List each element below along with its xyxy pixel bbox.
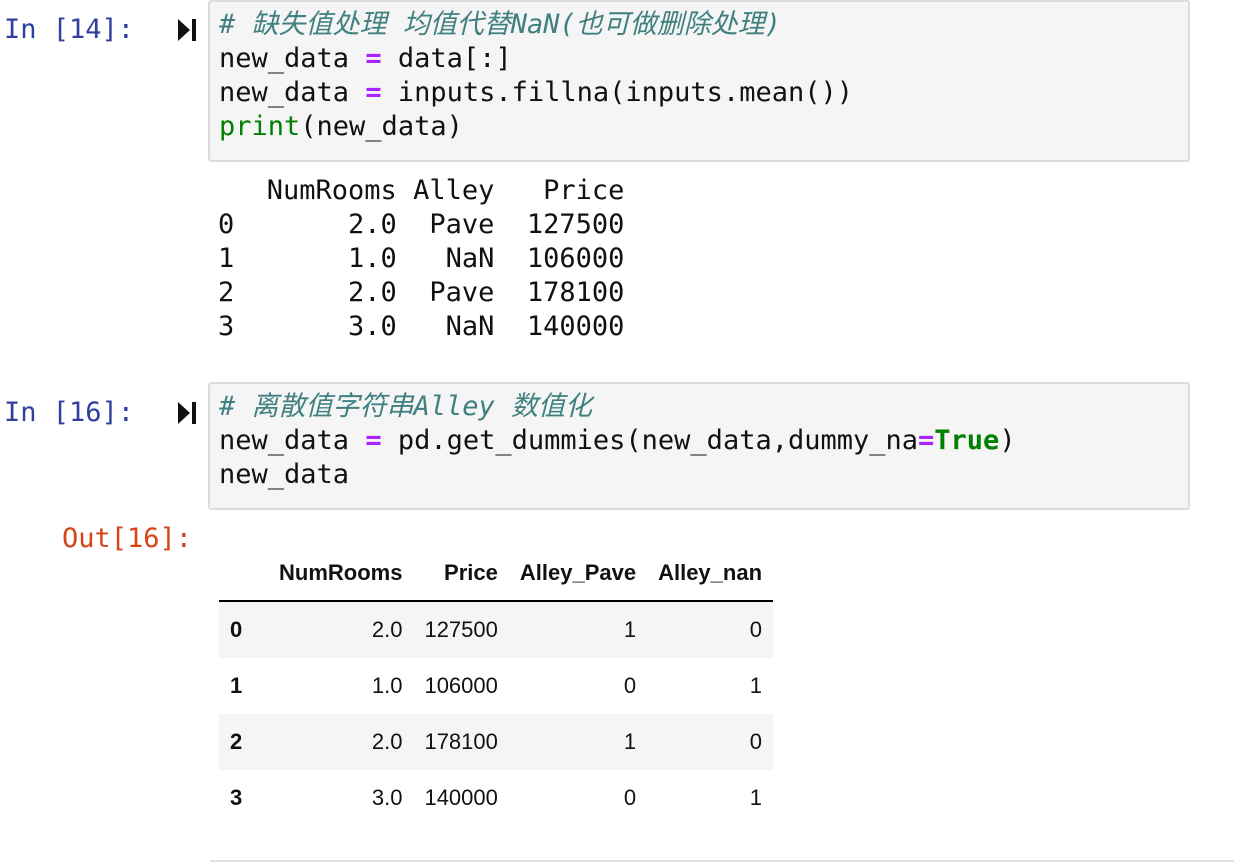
- next-cell-border: [210, 860, 1234, 862]
- code-line-fillna: new_data = inputs.fillna(inputs.mean()): [219, 77, 853, 108]
- cell-1-input-prompt: In [14]:: [4, 14, 135, 45]
- code-line-display: new_data: [219, 459, 350, 490]
- stdout-line: 3 3.0 NaN 140000: [218, 311, 625, 342]
- table-cell: 0: [749, 729, 763, 754]
- row-index: 1: [230, 673, 243, 698]
- index-header: [219, 546, 268, 602]
- table-cell: 127500: [424, 617, 498, 642]
- column-header: Alley_Pave: [508, 546, 648, 602]
- row-index: 3: [230, 785, 243, 810]
- table-cell: 140000: [424, 785, 498, 810]
- cell-2-input-prompt: In [16]:: [4, 397, 135, 428]
- table-header-row: NumRooms Price Alley_Pave Alley_nan: [219, 546, 774, 602]
- table-cell: 1: [623, 729, 637, 754]
- table-row: 2 2.0 178100 1 0: [219, 714, 774, 770]
- cell-1-stdout-output: NumRooms Alley Price 0 2.0 Pave 127500 1…: [218, 174, 624, 344]
- code-line-assign-copy: new_data = data[:]: [219, 43, 512, 74]
- table-cell: 1: [749, 673, 763, 698]
- column-header: Price: [413, 546, 509, 602]
- table-cell: 0: [749, 617, 763, 642]
- table-cell: 1: [749, 785, 763, 810]
- table-cell: 178100: [424, 729, 498, 754]
- table-cell: 3.0: [371, 785, 403, 810]
- stdout-line: 0 2.0 Pave 127500: [218, 209, 625, 240]
- table-cell: 106000: [424, 673, 498, 698]
- row-index: 0: [230, 617, 243, 642]
- dataframe-output-table: NumRooms Price Alley_Pave Alley_nan 0 2.…: [219, 546, 774, 826]
- column-header: Alley_nan: [647, 546, 774, 602]
- table-row: 1 1.0 106000 0 1: [219, 658, 773, 714]
- cell-2-output-prompt: Out[16]:: [62, 523, 193, 554]
- code-line-comment: # 缺失值处理 均值代替NaN(也可做删除处理): [219, 9, 782, 40]
- code-cell-2-editor[interactable]: # 离散值字符串Alley 数值化 new_data = pd.get_dumm…: [208, 382, 1190, 510]
- stdout-line: 2 2.0 Pave 178100: [218, 277, 625, 308]
- table-row: 3 3.0 140000 0 1: [219, 770, 773, 826]
- table-cell: 1.0: [371, 673, 403, 698]
- stdout-line: 1 1.0 NaN 106000: [218, 243, 625, 274]
- column-header: NumRooms: [268, 546, 414, 602]
- table-cell: 1: [623, 617, 637, 642]
- table-cell: 0: [623, 785, 637, 810]
- code-line-get-dummies: new_data = pd.get_dummies(new_data,dummy…: [219, 425, 1016, 456]
- run-to-here-icon[interactable]: [176, 400, 198, 426]
- stdout-line: NumRooms Alley Price: [218, 175, 625, 206]
- table-cell: 0: [623, 673, 637, 698]
- row-index: 2: [230, 729, 243, 754]
- table-cell: 2.0: [371, 617, 403, 642]
- table-row: 0 2.0 127500 1 0: [219, 601, 774, 658]
- code-line-print: print(new_data): [219, 111, 463, 142]
- run-to-here-icon[interactable]: [176, 17, 198, 43]
- code-cell-1-editor[interactable]: # 缺失值处理 均值代替NaN(也可做删除处理) new_data = data…: [208, 0, 1190, 162]
- code-line-comment: # 离散值字符串Alley 数值化: [219, 391, 593, 422]
- table-cell: 2.0: [371, 729, 403, 754]
